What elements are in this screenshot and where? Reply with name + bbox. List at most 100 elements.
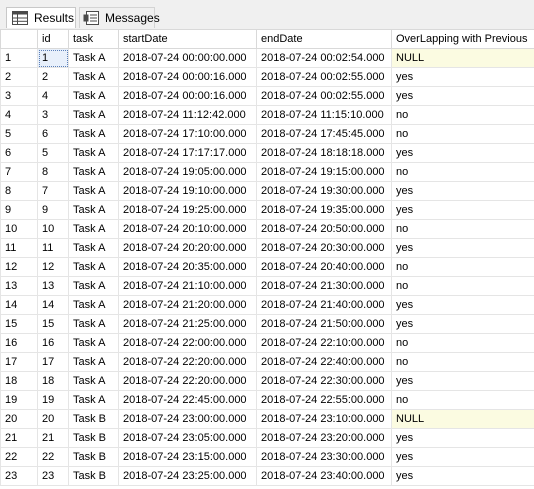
cell-startdate[interactable]: 2018-07-24 20:20:00.000 [118, 238, 257, 258]
row-number[interactable]: 14 [0, 295, 38, 315]
cell-startdate[interactable]: 2018-07-24 11:12:42.000 [118, 105, 257, 125]
cell-task[interactable]: Task A [68, 352, 119, 372]
row-number[interactable]: 9 [0, 200, 38, 220]
cell-startdate[interactable]: 2018-07-24 22:20:00.000 [118, 352, 257, 372]
table-row[interactable]: 1 1 Task A 2018-07-24 00:00:00.000 2018-07-2… [0, 48, 534, 68]
cell-startdate[interactable]: 2018-07-24 22:20:00.000 [118, 371, 257, 391]
cell-overlapping[interactable]: no [391, 333, 534, 353]
cell-startdate[interactable]: 2018-07-24 00:00:16.000 [118, 67, 257, 87]
cell-enddate[interactable]: 2018-07-24 20:50:00.000 [256, 219, 392, 239]
cell-task[interactable]: Task A [68, 143, 119, 163]
cell-overlapping[interactable]: yes [391, 181, 534, 201]
cell-enddate[interactable]: 2018-07-24 17:45:45.000 [256, 124, 392, 144]
cell-enddate[interactable]: 2018-07-24 19:35:00.000 [256, 200, 392, 220]
cell-enddate[interactable]: 2018-07-24 23:40:00.000 [256, 466, 392, 486]
cell-id[interactable]: 15 [37, 314, 69, 334]
cell-overlapping[interactable]: yes [391, 314, 534, 334]
cell-task[interactable]: Task A [68, 295, 119, 315]
cell-id[interactable]: 11 [37, 238, 69, 258]
cell-id[interactable]: 2 [37, 67, 69, 87]
row-number[interactable]: 6 [0, 143, 38, 163]
cell-overlapping[interactable]: no [391, 105, 534, 125]
row-number[interactable]: 18 [0, 371, 38, 391]
results-grid[interactable]: id task startDate endDate OverLapping wi… [0, 29, 534, 489]
cell-enddate[interactable]: 2018-07-24 20:40:00.000 [256, 257, 392, 277]
cell-enddate[interactable]: 2018-07-24 19:30:00.000 [256, 181, 392, 201]
cell-startdate[interactable]: 2018-07-24 20:35:00.000 [118, 257, 257, 277]
row-number[interactable]: 23 [0, 466, 38, 486]
cell-overlapping[interactable]: yes [391, 371, 534, 391]
cell-task[interactable]: Task A [68, 238, 119, 258]
cell-overlapping[interactable]: yes [391, 238, 534, 258]
row-number[interactable]: 16 [0, 333, 38, 353]
cell-id[interactable]: 21 [37, 428, 69, 448]
cell-enddate[interactable]: 2018-07-24 22:40:00.000 [256, 352, 392, 372]
row-number-header[interactable] [0, 29, 38, 49]
cell-task[interactable]: Task B [68, 409, 119, 429]
table-row[interactable]: 19 19 Task A 2018-07-24 22:45:00.000 2018-07… [0, 390, 534, 410]
table-row[interactable]: 9 9 Task A 2018-07-24 19:25:00.000 2018-07-2… [0, 200, 534, 220]
cell-startdate[interactable]: 2018-07-24 20:10:00.000 [118, 219, 257, 239]
row-number[interactable]: 13 [0, 276, 38, 296]
cell-id[interactable]: 9 [37, 200, 69, 220]
cell-enddate[interactable]: 2018-07-24 11:15:10.000 [256, 105, 392, 125]
table-row[interactable]: 7 8 Task A 2018-07-24 19:05:00.000 2018-07-2… [0, 162, 534, 182]
table-row[interactable]: 23 23 Task B 2018-07-24 23:25:00.000 2018-07… [0, 466, 534, 486]
row-number[interactable]: 22 [0, 447, 38, 467]
cell-overlapping[interactable]: yes [391, 447, 534, 467]
cell-startdate[interactable]: 2018-07-24 17:10:00.000 [118, 124, 257, 144]
cell-id[interactable]: 22 [37, 447, 69, 467]
cell-overlapping[interactable]: yes [391, 143, 534, 163]
cell-overlapping[interactable]: yes [391, 67, 534, 87]
cell-task[interactable]: Task A [68, 162, 119, 182]
cell-overlapping[interactable]: NULL [391, 48, 534, 68]
row-number[interactable]: 5 [0, 124, 38, 144]
cell-task[interactable]: Task A [68, 333, 119, 353]
cell-id[interactable]: 10 [37, 219, 69, 239]
cell-task[interactable]: Task A [68, 48, 119, 68]
table-row[interactable]: 22 22 Task B 2018-07-24 23:15:00.000 2018-07… [0, 447, 534, 467]
cell-overlapping[interactable]: no [391, 352, 534, 372]
row-number[interactable]: 2 [0, 67, 38, 87]
cell-enddate[interactable]: 2018-07-24 23:20:00.000 [256, 428, 392, 448]
cell-startdate[interactable]: 2018-07-24 21:25:00.000 [118, 314, 257, 334]
cell-startdate[interactable]: 2018-07-24 22:00:00.000 [118, 333, 257, 353]
cell-task[interactable]: Task A [68, 67, 119, 87]
cell-enddate[interactable]: 2018-07-24 22:10:00.000 [256, 333, 392, 353]
cell-task[interactable]: Task A [68, 390, 119, 410]
cell-id[interactable]: 12 [37, 257, 69, 277]
row-number[interactable]: 3 [0, 86, 38, 106]
cell-enddate[interactable]: 2018-07-24 23:10:00.000 [256, 409, 392, 429]
cell-enddate[interactable]: 2018-07-24 00:02:55.000 [256, 86, 392, 106]
tab-results[interactable]: Results [6, 7, 76, 28]
cell-enddate[interactable]: 2018-07-24 22:30:00.000 [256, 371, 392, 391]
cell-startdate[interactable]: 2018-07-24 21:10:00.000 [118, 276, 257, 296]
cell-startdate[interactable]: 2018-07-24 19:05:00.000 [118, 162, 257, 182]
cell-startdate[interactable]: 2018-07-24 21:20:00.000 [118, 295, 257, 315]
cell-enddate[interactable]: 2018-07-24 18:18:18.000 [256, 143, 392, 163]
table-row[interactable]: 5 6 Task A 2018-07-24 17:10:00.000 2018-07-2… [0, 124, 534, 144]
cell-id[interactable]: 6 [37, 124, 69, 144]
cell-enddate[interactable]: 2018-07-24 21:40:00.000 [256, 295, 392, 315]
cell-id[interactable]: 14 [37, 295, 69, 315]
cell-id[interactable]: 13 [37, 276, 69, 296]
cell-enddate[interactable]: 2018-07-24 22:55:00.000 [256, 390, 392, 410]
cell-task[interactable]: Task A [68, 371, 119, 391]
cell-id[interactable]: 20 [37, 409, 69, 429]
table-row[interactable]: 18 18 Task A 2018-07-24 22:20:00.000 2018-07… [0, 371, 534, 391]
cell-task[interactable]: Task A [68, 105, 119, 125]
cell-task[interactable]: Task B [68, 428, 119, 448]
cell-id[interactable]: 23 [37, 466, 69, 486]
table-row[interactable]: 8 7 Task A 2018-07-24 19:10:00.000 2018-07-2… [0, 181, 534, 201]
table-row[interactable]: 20 20 Task B 2018-07-24 23:00:00.000 2018-07… [0, 409, 534, 429]
cell-id[interactable]: 5 [37, 143, 69, 163]
column-header-enddate[interactable]: endDate [256, 29, 392, 49]
cell-enddate[interactable]: 2018-07-24 23:30:00.000 [256, 447, 392, 467]
cell-startdate[interactable]: 2018-07-24 00:00:00.000 [118, 48, 257, 68]
column-header-startdate[interactable]: startDate [118, 29, 257, 49]
cell-task[interactable]: Task B [68, 466, 119, 486]
cell-overlapping[interactable]: NULL [391, 409, 534, 429]
cell-startdate[interactable]: 2018-07-24 23:05:00.000 [118, 428, 257, 448]
cell-overlapping[interactable]: yes [391, 428, 534, 448]
cell-startdate[interactable]: 2018-07-24 00:00:16.000 [118, 86, 257, 106]
